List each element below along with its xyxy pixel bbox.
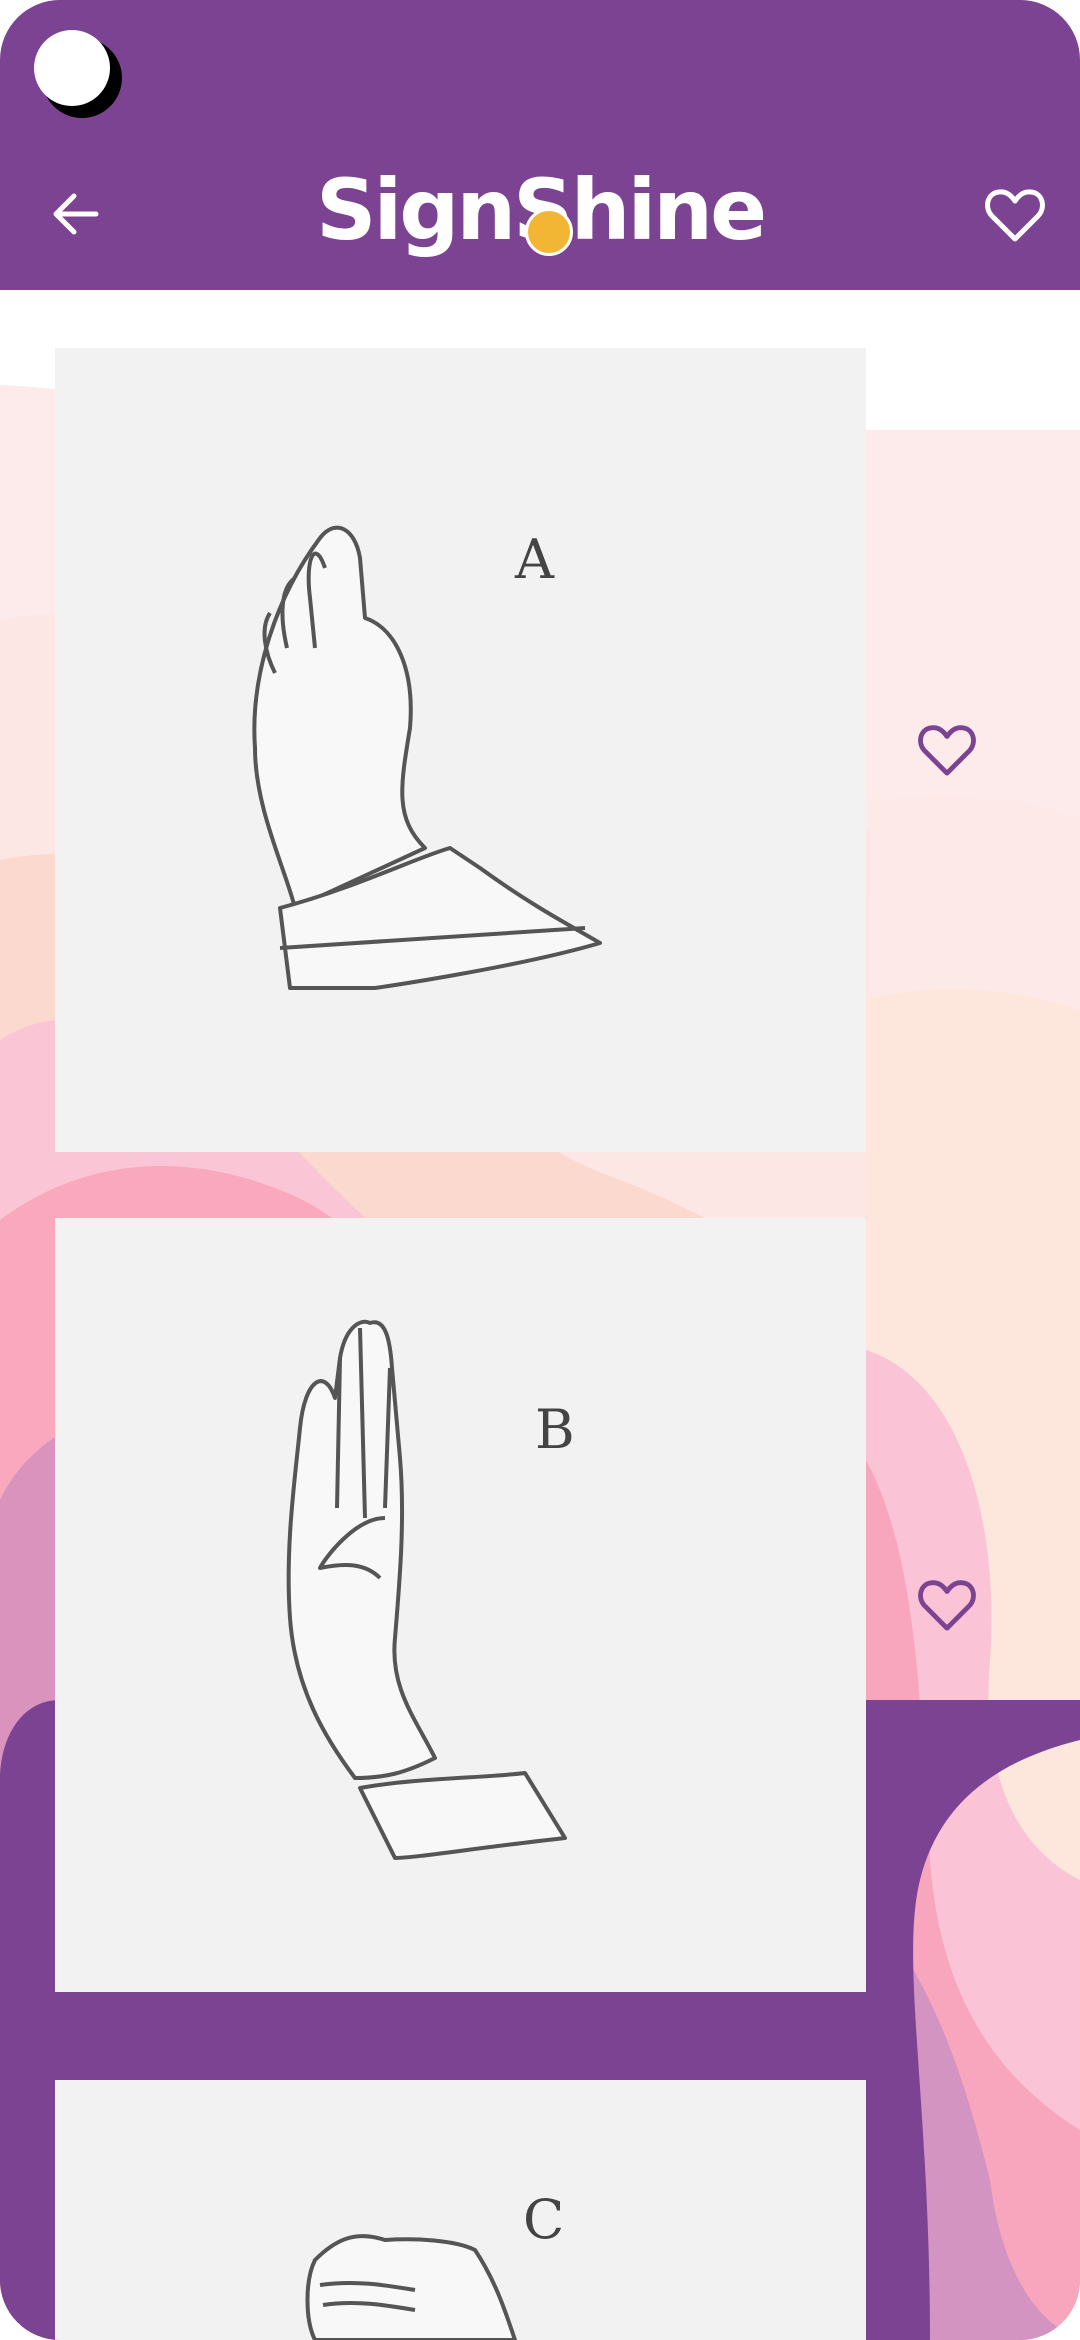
hand-sign-b-illustration — [286, 1319, 567, 1860]
favorites-button[interactable] — [980, 180, 1050, 250]
sign-letter-b: B — [535, 1398, 575, 1461]
back-button[interactable] — [40, 178, 112, 250]
heart-outline-icon — [985, 189, 1045, 242]
sign-letter-c: C — [523, 2188, 565, 2251]
heart-outline-icon — [918, 725, 976, 776]
sign-card-b[interactable]: B — [55, 1218, 866, 1992]
camera-cutout — [34, 30, 122, 118]
app-bar: SignShine — [0, 0, 1080, 290]
sign-card-a[interactable]: A — [55, 348, 866, 1152]
camera-cutout-circle — [34, 30, 110, 106]
app-screen: SignShine A — [0, 0, 1080, 2340]
sun-mascot-icon — [525, 208, 573, 256]
sign-card-c[interactable]: C — [55, 2080, 866, 2340]
app-logo: SignShine — [316, 160, 767, 260]
hand-sign-c-illustration — [305, 2234, 517, 2340]
favorite-button-a[interactable] — [910, 713, 984, 787]
sign-letter-a: A — [515, 528, 554, 591]
favorite-button-b[interactable] — [910, 1568, 984, 1642]
hand-sign-a-illustration — [252, 525, 602, 990]
arrow-left-icon — [53, 193, 99, 235]
heart-outline-icon — [918, 1580, 976, 1631]
